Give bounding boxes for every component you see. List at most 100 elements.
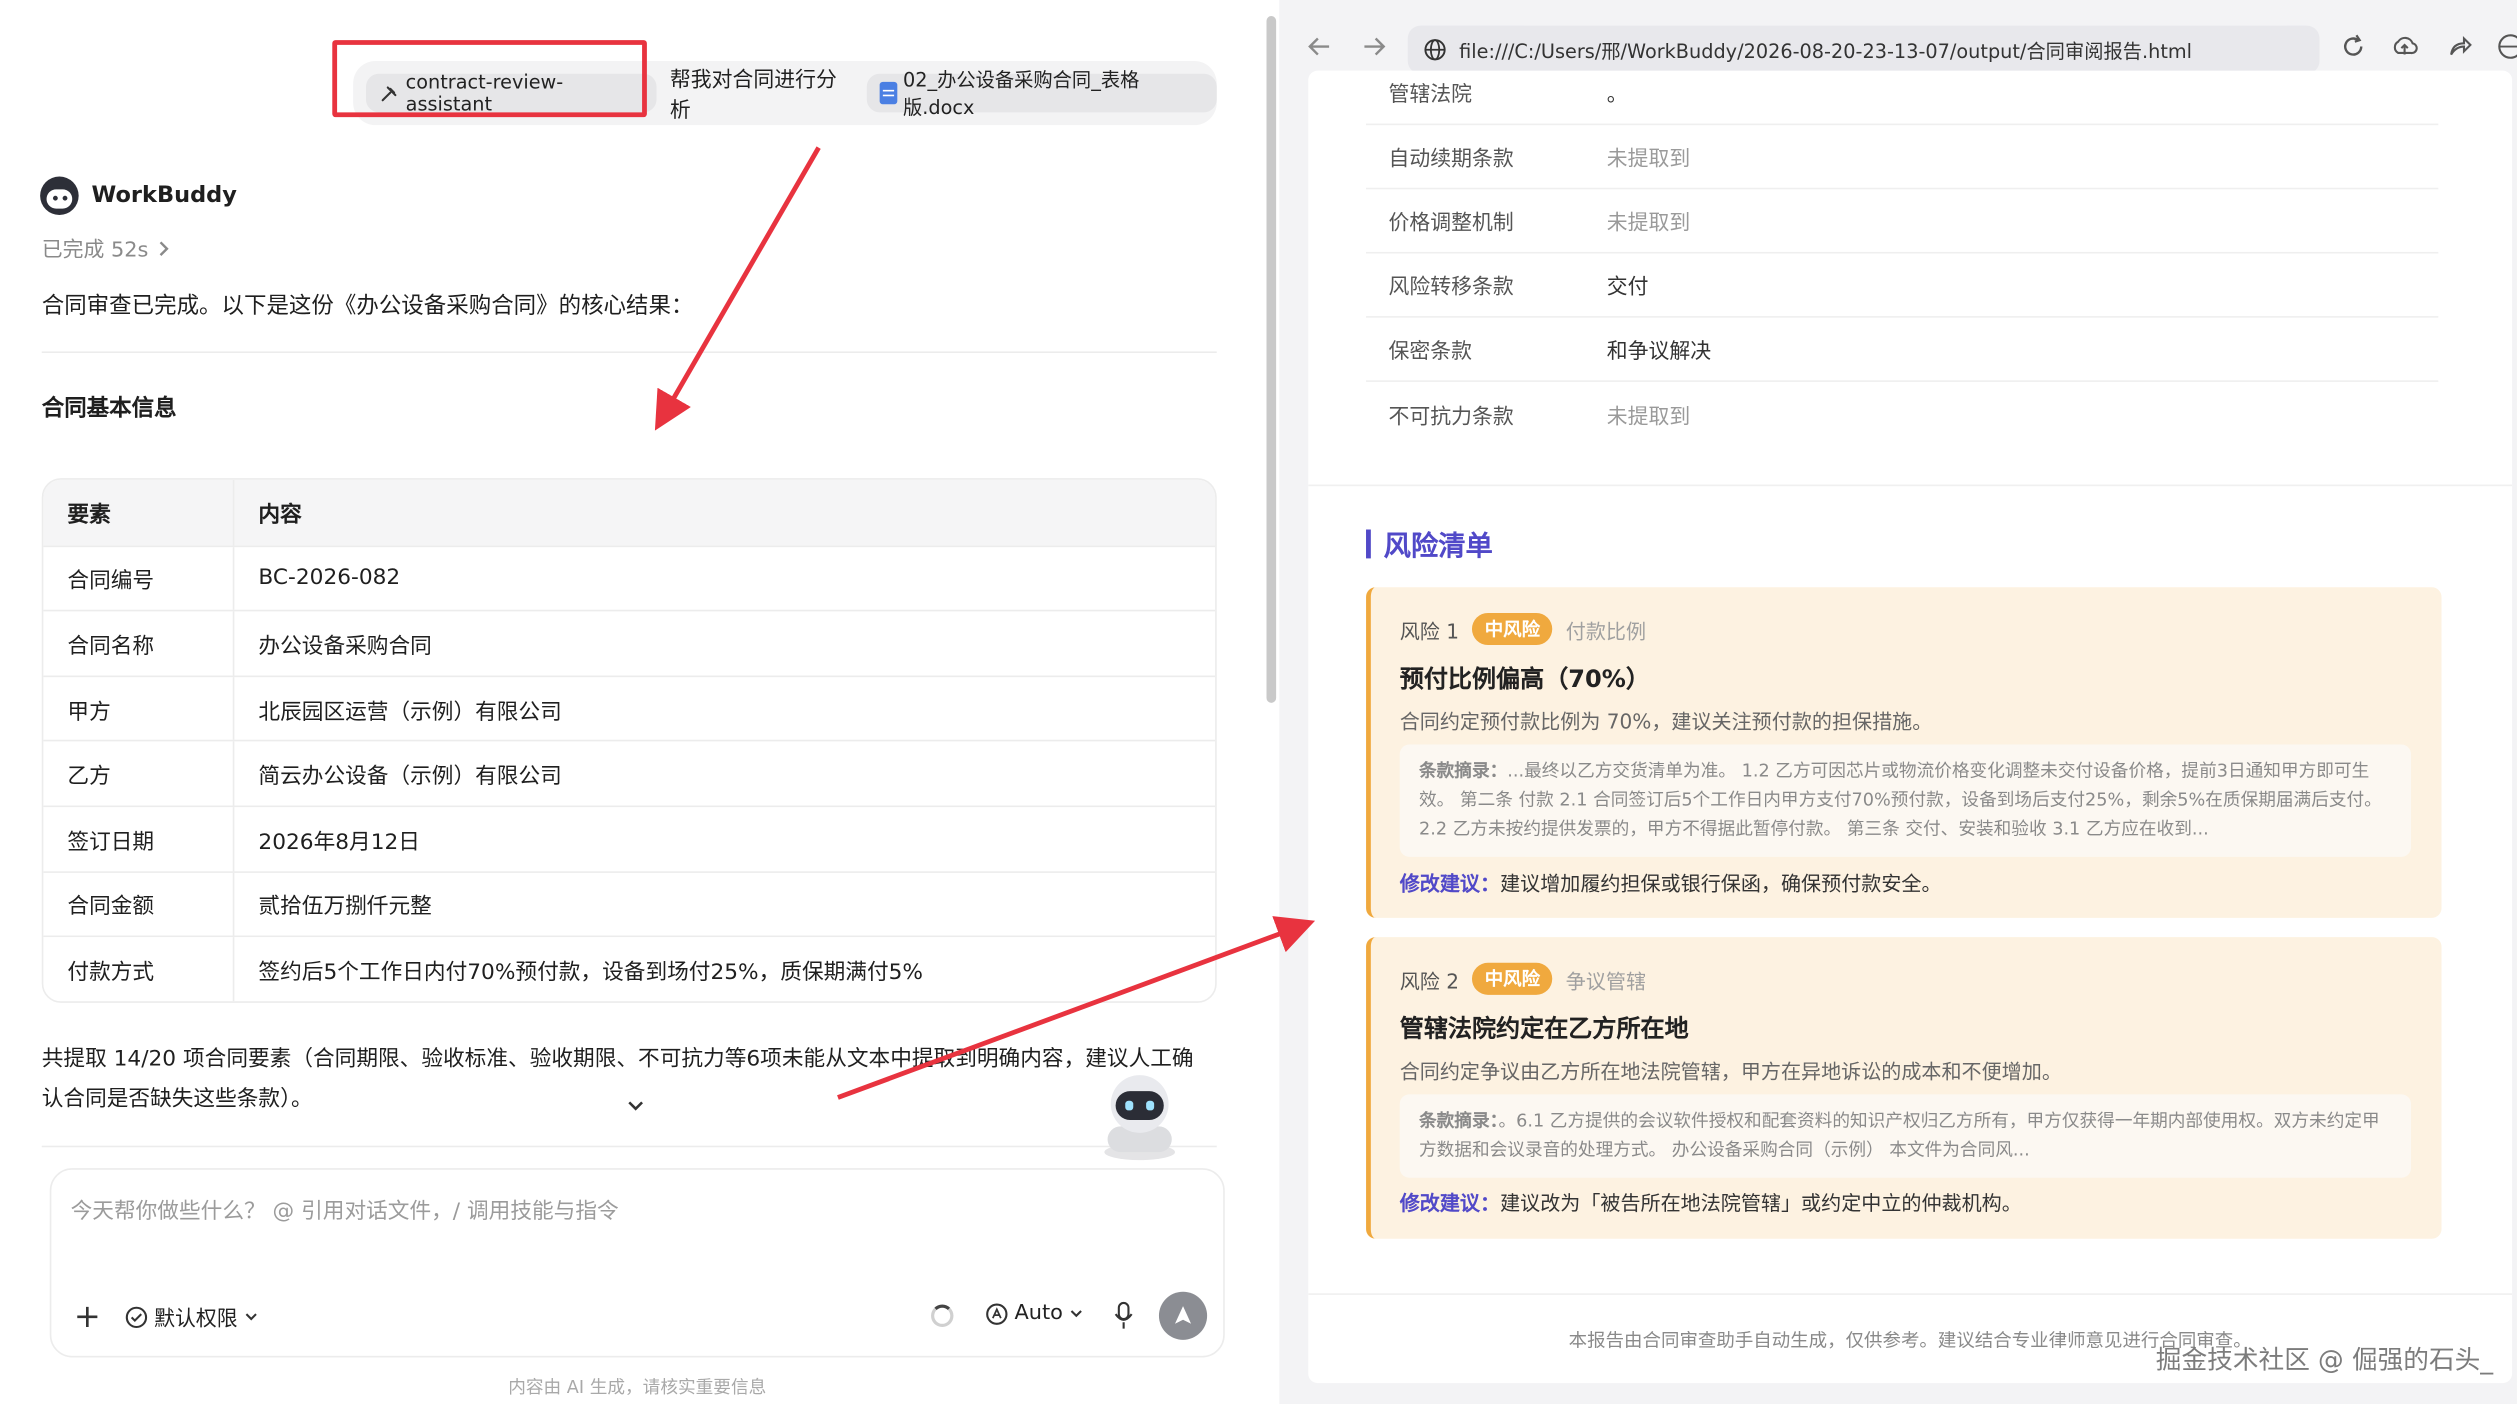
risk-title: 预付比例偏高（70%） — [1399, 664, 1650, 694]
table-row: 合同编号 BC-2026-082 — [43, 544, 1216, 611]
info-row: 保密条款 和争议解决 — [1366, 318, 2439, 382]
risk-header: 风险 2 中风险 争议管辖 — [1399, 962, 1647, 995]
excerpt-text: 。6.1 乙方提供的会议软件授权和配套资料的知识产权归乙方所有，甲方仅获得一年期… — [1418, 1110, 2380, 1161]
info-key: 管辖法院 — [1388, 83, 1472, 108]
model-dropdown[interactable]: Auto — [986, 1301, 1084, 1325]
suggestion-text: 建议改为「被告所在地法院管辖」或约定中立的仲裁机构。 — [1500, 1190, 2022, 1215]
table-cell: 签订日期 — [43, 807, 235, 871]
risk-title: 管辖法院约定在乙方所在地 — [1399, 1014, 1689, 1043]
divider — [41, 351, 1217, 354]
info-value: 和争议解决 — [1606, 340, 1712, 365]
info-value: 。 — [1606, 83, 1628, 108]
risk-card: 风险 2 中风险 争议管辖 管辖法院约定在乙方所在地 合同约定争议由乙方所在地法… — [1366, 937, 2442, 1239]
table-header-cell: 要素 — [43, 479, 235, 545]
excerpt-label: 条款摘录： — [1418, 1110, 1499, 1132]
table-header-row: 要素 内容 — [43, 479, 1216, 545]
title-accent-bar — [1366, 528, 1371, 558]
table-cell: 甲方 — [43, 676, 235, 741]
table-cell: 付款方式 — [43, 937, 235, 1001]
permission-dropdown[interactable]: 默认权限 — [125, 1301, 258, 1332]
bot-avatar — [40, 176, 79, 216]
add-attachment-plus-icon[interactable]: + — [74, 1300, 101, 1332]
suggestion-label: 修改建议： — [1399, 871, 1501, 896]
permission-label: 默认权限 — [154, 1307, 238, 1332]
address-bar[interactable]: file:///C:/Users/邢/WorkBuddy/2026-08-20-… — [1407, 25, 2320, 74]
watermark: 掘金技术社区 @ 倔强的石头_ — [2155, 1344, 2494, 1376]
risk-level-badge: 中风险 — [1471, 962, 1553, 995]
file-chip[interactable]: 02_办公设备采购合同_表格版.docx — [866, 69, 1217, 119]
url-text: file:///C:/Users/邢/WorkBuddy/2026-08-20-… — [1459, 39, 2193, 62]
forward-arrow-icon[interactable] — [1360, 32, 1389, 61]
reply-intro: 合同审查已完成。以下是这份《办公设备采购合同》的核心结果： — [41, 293, 694, 320]
chevron-down-icon — [1071, 1310, 1083, 1318]
share-icon[interactable] — [2445, 32, 2474, 61]
upload-icon[interactable] — [2390, 32, 2419, 61]
docx-file-icon — [879, 81, 897, 105]
divider — [41, 1145, 1217, 1148]
table-cell: 办公设备采购合同 — [258, 633, 432, 660]
info-key: 不可抗力条款 — [1388, 405, 1514, 430]
globe-icon[interactable] — [2496, 32, 2517, 61]
table-cell: 简云办公设备（示例）有限公司 — [258, 764, 562, 790]
table-cell: 合同名称 — [43, 611, 235, 676]
risk-number: 风险 2 — [1399, 968, 1460, 993]
table-row: 合同金额 贰拾伍万捌仟元整 — [43, 870, 1216, 936]
completion-status[interactable]: 已完成 52s — [42, 233, 171, 263]
info-row: 管辖法院 。 — [1366, 71, 2439, 126]
bot-header: WorkBuddy — [40, 176, 237, 216]
chevron-down-icon — [245, 1313, 257, 1321]
risk-description: 合同约定预付款比例为 70%，建议关注预付款的担保措施。 — [1399, 709, 1933, 734]
send-button[interactable] — [1158, 1291, 1208, 1340]
info-key: 风险转移条款 — [1388, 275, 1514, 301]
shield-check-icon — [125, 1305, 148, 1328]
risk-card: 风险 1 中风险 付款比例 预付比例偏高（70%） 合同约定预付款比例为 70%… — [1366, 587, 2442, 918]
info-key: 价格调整机制 — [1388, 211, 1514, 236]
table-row: 付款方式 签约后5个工作日内付70%预付款，设备到场付25%，质保期满付5% — [43, 935, 1216, 1001]
info-row: 价格调整机制 未提取到 — [1366, 189, 2439, 254]
table-row: 乙方 简云办公设备（示例）有限公司 — [43, 740, 1216, 806]
risk-suggestion: 修改建议：建议增加履约担保或银行保函，确保预付款安全。 — [1400, 866, 1942, 896]
microphone-icon[interactable] — [1114, 1301, 1133, 1330]
risk-description: 合同约定争议由乙方所在地法院管辖，甲方在异地诉讼的成本和不便增加。 — [1399, 1059, 2062, 1084]
suggestion-label: 修改建议： — [1399, 1190, 1501, 1215]
risk-category: 争议管辖 — [1565, 968, 1647, 993]
send-arrow-icon — [1175, 1306, 1192, 1324]
chat-scrollbar[interactable] — [1266, 16, 1277, 703]
back-arrow-icon[interactable] — [1305, 32, 1334, 61]
table-cell: 合同编号 — [43, 546, 235, 611]
info-value: 交付 — [1606, 275, 1649, 301]
scroll-down-chevron-icon[interactable] — [624, 1094, 646, 1116]
file-chip-label: 02_办公设备采购合同_表格版.docx — [902, 68, 1140, 119]
excerpt-label: 条款摘录： — [1418, 760, 1508, 782]
table-header-cell: 内容 — [258, 502, 302, 529]
reload-icon[interactable] — [2339, 32, 2368, 61]
table-cell: BC-2026-082 — [258, 565, 401, 592]
section-divider — [1308, 484, 2513, 487]
table-cell: 合同金额 — [43, 872, 235, 936]
info-key: 保密条款 — [1388, 340, 1472, 365]
robot-mascot-icon — [1104, 1075, 1176, 1161]
table-cell: 2026年8月12日 — [258, 829, 420, 855]
clause-excerpt: 条款摘录：...最终以乙方交货清单为准。 1.2 乙方可因芯片或物流价格变化调整… — [1399, 744, 2412, 857]
user-message-text: 帮我对合同进行分析 — [669, 68, 837, 124]
chat-input-box[interactable]: 今天帮你做些什么？ @ 引用对话文件，/ 调用技能与指令 + 默认权限 Auto — [49, 1168, 1225, 1358]
info-row: 自动续期条款 未提取到 — [1366, 125, 2439, 190]
loading-spinner-icon — [931, 1304, 954, 1328]
risk-suggestion: 修改建议：建议改为「被告所在地法院管辖」或约定中立的仲裁机构。 — [1400, 1186, 2022, 1216]
risk-section-title: 风险清单 — [1366, 523, 1493, 563]
info-value: 未提取到 — [1606, 405, 1691, 430]
info-row: 不可抗力条款 未提取到 — [1366, 382, 2438, 446]
browser-panel: file:///C:/Users/邢/WorkBuddy/2026-08-20-… — [1279, 0, 2517, 1404]
chat-input-placeholder[interactable]: 今天帮你做些什么？ @ 引用对话文件，/ 调用技能与指令 — [71, 1192, 619, 1225]
table-row: 合同名称 办公设备采购合同 — [43, 610, 1216, 676]
risk-header: 风险 1 中风险 付款比例 — [1400, 612, 1647, 646]
risk-category: 付款比例 — [1565, 618, 1647, 643]
info-key: 自动续期条款 — [1388, 147, 1514, 172]
risk-level-badge: 中风险 — [1471, 612, 1553, 646]
suggestion-text: 建议增加履约担保或银行保函，确保预付款安全。 — [1500, 871, 1942, 896]
excerpt-text: ...最终以乙方交货清单为准。 1.2 乙方可因芯片或物流价格变化调整未交付设备… — [1418, 760, 2382, 840]
table-cell: 北辰园区运营（示例）有限公司 — [258, 698, 562, 725]
ai-disclaimer: 内容由 AI 生成，请核实重要信息 — [508, 1376, 767, 1398]
section-divider — [1308, 1293, 2513, 1295]
clause-excerpt: 条款摘录：。6.1 乙方提供的会议软件授权和配套资料的知识产权归乙方所有，甲方仅… — [1399, 1094, 2412, 1178]
